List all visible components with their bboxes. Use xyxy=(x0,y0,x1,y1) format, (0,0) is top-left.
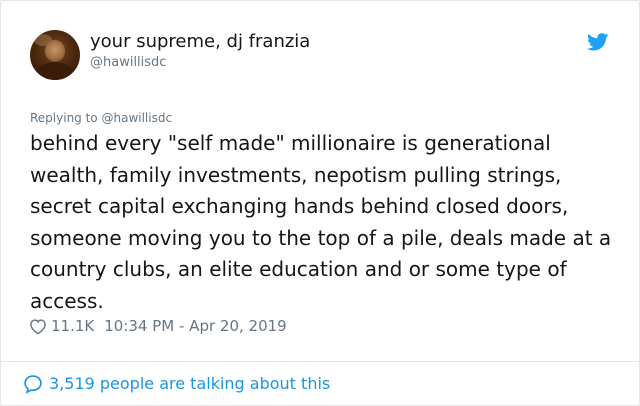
talking-about-text: 3,519 people are talking about this xyxy=(49,374,331,393)
tweet-timestamp[interactable]: 10:34 PM - Apr 20, 2019 xyxy=(104,315,286,337)
like-count[interactable]: 11.1K xyxy=(51,315,94,337)
heart-outline-icon[interactable] xyxy=(29,318,47,335)
tweet-header: your supreme, dj franzia @hawillisdc xyxy=(30,30,619,82)
avatar-head xyxy=(45,40,65,62)
user-handle[interactable]: @hawillisdc xyxy=(90,55,166,71)
replying-to-line: Replying to @hawillisdc xyxy=(30,111,172,126)
replying-to-label: Replying to xyxy=(30,111,98,125)
speech-bubble-icon xyxy=(24,375,42,394)
divider xyxy=(1,361,639,362)
avatar-shoulders xyxy=(36,62,74,80)
avatar[interactable] xyxy=(30,30,80,80)
twitter-bird-icon[interactable] xyxy=(587,33,609,51)
tweet-card: your supreme, dj franzia @hawillisdc Rep… xyxy=(0,0,640,406)
replying-to-handle[interactable]: @hawillisdc xyxy=(101,111,172,125)
talking-about-link[interactable]: 3,519 people are talking about this xyxy=(23,372,330,396)
tweet-meta: 11.1K 10:34 PM - Apr 20, 2019 xyxy=(29,315,287,337)
display-name[interactable]: your supreme, dj franzia xyxy=(90,31,310,53)
tweet-text: behind every "self made" millionaire is … xyxy=(30,131,612,313)
